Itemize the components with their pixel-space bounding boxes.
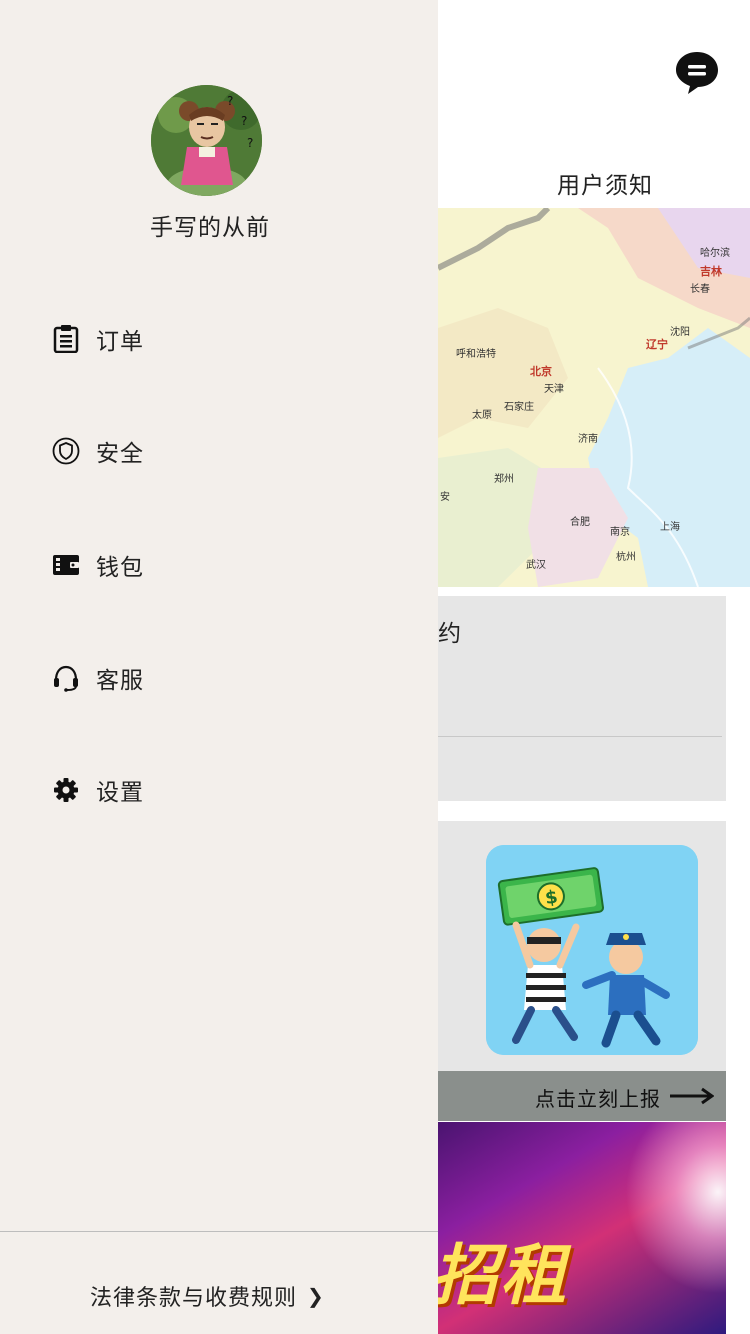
menu-item-label: 安全 [96, 441, 144, 467]
right-arrow-icon [670, 1087, 714, 1105]
report-action-bar[interactable]: 点击立刻上报 [438, 1071, 726, 1121]
menu-item-customer-service[interactable]: 客服 [52, 648, 392, 708]
card-divider [438, 736, 722, 737]
map-label: 上海 [660, 522, 680, 533]
report-card[interactable]: $ 点击立刻上报 [438, 821, 726, 1121]
gear-icon [52, 776, 80, 804]
svg-text:?: ? [241, 114, 247, 128]
report-action-label: 点击立刻上报 [535, 1087, 661, 1111]
info-card-title: 约 [438, 621, 461, 647]
rent-banner[interactable]: 招租 [438, 1122, 726, 1334]
map-label: 安 [440, 492, 450, 503]
username: 手写的从前 [150, 215, 270, 241]
map-label: 辽宁 [646, 338, 668, 351]
menu-item-wallet[interactable]: 钱包 [52, 535, 392, 595]
avatar-image: ? ? ? [151, 85, 262, 196]
banner-text: 招租 [438, 1237, 568, 1314]
map-label: 天津 [544, 384, 564, 395]
tab-user-notice[interactable]: 用户须知 [557, 166, 653, 200]
legal-terms-label: 法律条款与收费规则 [90, 1286, 298, 1311]
map-label: 武汉 [526, 560, 546, 571]
map-label: 沈阳 [670, 327, 690, 338]
map-label: 郑州 [494, 474, 514, 485]
map-label: 南京 [610, 527, 630, 538]
thief-police-illustration: $ [486, 845, 698, 1055]
map-label: 呼和浩特 [456, 349, 496, 360]
map-label: 石家庄 [504, 402, 534, 413]
drawer-divider [0, 1231, 438, 1232]
menu-item-orders[interactable]: 订单 [52, 309, 392, 369]
clipboard-icon [52, 325, 80, 353]
svg-text:?: ? [247, 136, 253, 150]
menu-item-label: 订单 [96, 329, 144, 355]
map-label: 哈尔滨 [700, 248, 730, 259]
menu-item-label: 钱包 [96, 555, 144, 581]
map-label: 济南 [578, 434, 598, 445]
message-bubble-icon[interactable] [674, 50, 720, 96]
map-label: 杭州 [616, 552, 636, 563]
headset-icon [52, 664, 80, 692]
menu-item-label: 设置 [96, 780, 144, 806]
menu-item-settings[interactable]: 设置 [52, 760, 392, 820]
map-label: 吉林 [700, 265, 722, 278]
chevron-right-icon: ❯ [307, 1284, 324, 1308]
map-label: 合肥 [570, 517, 590, 528]
svg-text:?: ? [227, 94, 233, 108]
side-drawer: ? ? ? 手写的从前 订单 安全 钱包 客服 设置 法律条款与收费规则 ❯ [0, 0, 438, 1334]
map-image[interactable]: 吉林 长春 哈尔滨 沈阳 辽宁 呼和浩特 北京 天津 石家庄 太原 济南 郑州 … [438, 208, 750, 587]
wallet-icon [52, 551, 80, 579]
info-card[interactable]: 约 [438, 596, 726, 801]
map-label: 长春 [690, 284, 710, 295]
map-label: 北京 [530, 365, 552, 378]
legal-terms-link[interactable]: 法律条款与收费规则 ❯ [90, 1280, 324, 1312]
menu-item-label: 客服 [96, 668, 144, 694]
avatar[interactable]: ? ? ? [151, 85, 262, 196]
shield-icon [52, 437, 80, 465]
menu-item-security[interactable]: 安全 [52, 421, 392, 481]
map-label: 太原 [472, 410, 492, 421]
